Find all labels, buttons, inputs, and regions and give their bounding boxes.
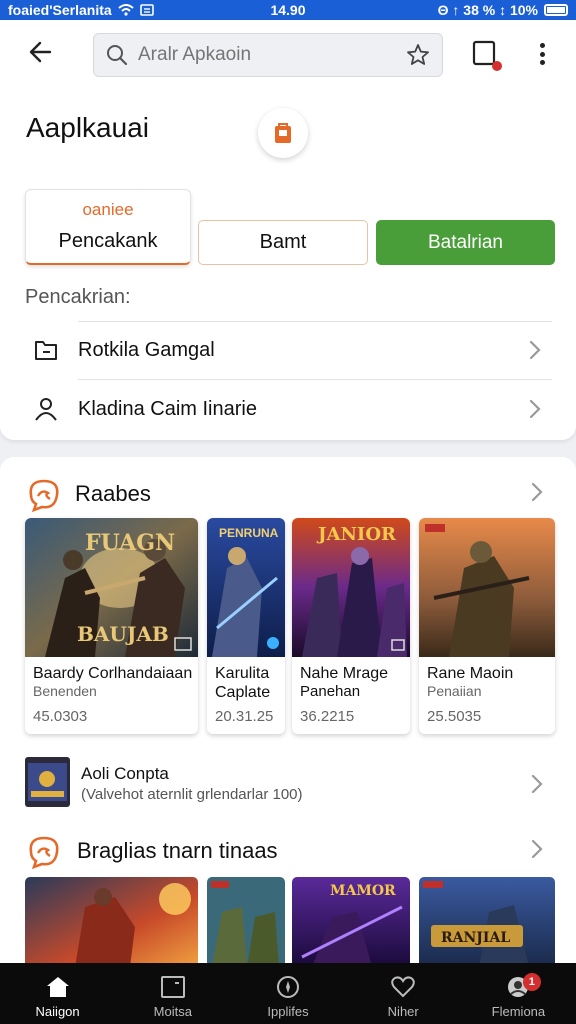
more-options-button[interactable] (532, 40, 552, 68)
tab-bamt[interactable]: Bamt (198, 220, 368, 265)
tab-label: Batalrian (428, 231, 503, 253)
game-art-title-icon: MAMOR (330, 883, 396, 899)
game-artwork (207, 877, 285, 967)
game-meta: 25.5035 (427, 708, 482, 725)
section-label: Pencakrian: (25, 286, 131, 308)
app-description: (Valvehot aternlit grlendarlar 100) (81, 786, 303, 803)
more-dot-icon (539, 60, 545, 65)
app-name: Aoli Conpta (81, 764, 169, 783)
game-meta: 45.0303 (33, 708, 88, 725)
person-icon (35, 398, 57, 421)
clock: 14.90 (270, 2, 306, 18)
bottom-navigation: Naiigon Moitsa Ipplifes Niher 1 Flemiona (0, 963, 576, 1024)
game-subtitle: Caplate (215, 684, 271, 701)
game-meta: 20.31.25 (215, 708, 274, 725)
battery-icon (544, 4, 568, 16)
nav-label: Flemiona (491, 1004, 546, 1019)
game-card[interactable]: FUAGN BAUJAB Baardy Corlhandaiaan Benend… (25, 518, 198, 734)
back-arrow-icon (29, 41, 52, 63)
notification-icon (139, 4, 154, 16)
nav-label: Ipplifes (267, 1004, 309, 1019)
game-title: Karulita (215, 665, 270, 682)
game-card[interactable]: JANIOR Nahe Mrage Panehan 36.2215 (292, 518, 410, 734)
status-indicators: Θ ↑ 38 % ↕ 10% (437, 2, 538, 18)
game-card[interactable]: Rane Maoin Penaiian 25.5035 (419, 518, 555, 734)
heart-icon (391, 976, 415, 998)
carrier-label: foaied'Serlanita (8, 2, 112, 18)
tab-label: Pencakank (58, 230, 158, 252)
page-title: Aaplkauai (26, 112, 149, 143)
bookmark-button[interactable] (472, 40, 502, 71)
shopping-bag-icon (275, 123, 291, 143)
app-store-button[interactable] (258, 108, 308, 158)
notification-badge: 1 (522, 973, 541, 991)
app-thumbnail (25, 757, 70, 807)
favorite-star-icon[interactable] (406, 43, 430, 67)
chevron-right-icon (531, 839, 543, 859)
chevron-right-icon (531, 774, 543, 794)
game-title: Nahe Mrage (300, 665, 389, 682)
back-button[interactable] (26, 37, 56, 67)
section-title: Braglias tnarn tinaas (77, 838, 278, 863)
tablet-icon (160, 976, 185, 998)
game-subtitle: Panehan (300, 683, 361, 700)
game-card[interactable]: PENRUNA Karulita Caplate 20.31.25 (207, 518, 285, 734)
chevron-right-icon (529, 340, 541, 360)
game-art-subtitle: BAUJAB (77, 622, 169, 646)
list-item-label: Kladina Caim Iinarie (78, 397, 257, 420)
list-item[interactable]: Rotkila Gamgal (0, 321, 576, 379)
game-art-title: JANIOR (318, 524, 396, 545)
game-card[interactable]: RANJIAL (419, 877, 555, 967)
section-logo-icon (29, 479, 59, 513)
game-meta: 36.2215 (300, 708, 355, 725)
tab-label: Bamt (259, 231, 307, 253)
game-artwork (419, 877, 555, 967)
game-title: Baardy Corlhandaiaan (33, 665, 193, 682)
game-art-title: FUAGN (85, 530, 176, 556)
compass-icon (277, 976, 299, 998)
notification-dot (492, 61, 502, 71)
game-card[interactable] (25, 877, 198, 967)
home-icon (46, 977, 69, 997)
wifi-icon (118, 4, 134, 16)
list-item-label: Rotkila Gamgal (78, 338, 215, 361)
tab-batalrian[interactable]: Batalrian (376, 220, 555, 265)
section-logo-icon (29, 836, 59, 870)
more-dot-icon (539, 51, 545, 57)
game-title: Rane Maoin (427, 665, 514, 682)
status-bar: foaied'Serlanita 14.90 Θ ↑ 38 % ↕ 10% (0, 0, 576, 20)
nav-label: Naiigon (35, 1004, 80, 1019)
tab-pencakank[interactable]: oaniee Pencakank (25, 189, 191, 265)
game-subtitle: Benenden (33, 683, 97, 699)
search-bar[interactable] (93, 33, 443, 77)
chevron-right-icon (529, 399, 541, 419)
game-card[interactable]: MAMOR (292, 877, 410, 967)
game-art-title: RANJIAL (441, 930, 511, 946)
nav-moitsa[interactable]: Moitsa (115, 963, 230, 1024)
game-artwork (419, 518, 555, 657)
list-item[interactable]: Kladina Caim Iinarie (0, 380, 576, 438)
section-header[interactable]: Braglias tnarn tinaas (0, 830, 576, 870)
nav-niher[interactable]: Niher (346, 963, 461, 1024)
nav-ipplifes[interactable]: Ipplifes (230, 963, 345, 1024)
search-icon (107, 45, 128, 66)
app-list-item[interactable]: Aoli Conpta (Valvehot aternlit grlendarl… (0, 755, 576, 811)
more-dot-icon (539, 43, 545, 48)
section-header[interactable]: Raabes (0, 473, 576, 513)
game-card[interactable] (207, 877, 285, 967)
game-art-title: PENRUNA (219, 526, 279, 540)
game-artwork (25, 877, 198, 967)
tab-top-label: oaniee (82, 200, 134, 219)
chevron-right-icon (531, 482, 543, 502)
search-input[interactable] (138, 44, 378, 66)
nav-label: Moitsa (153, 1004, 192, 1019)
section-title: Raabes (75, 481, 151, 506)
nav-flemiona[interactable]: 1 Flemiona (461, 963, 576, 1024)
nav-label: Niher (387, 1004, 419, 1019)
folder-icon (35, 341, 57, 360)
game-subtitle: Penaiian (427, 683, 482, 699)
nav-home[interactable]: Naiigon (0, 963, 115, 1024)
